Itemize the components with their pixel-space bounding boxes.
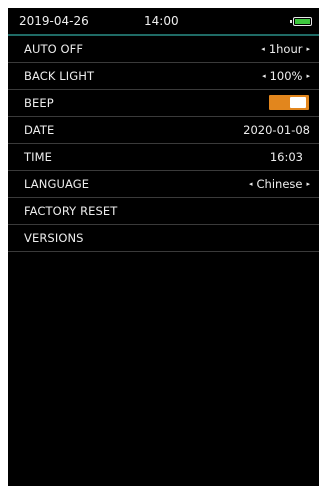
language-value: Chinese [256, 177, 303, 191]
time-value-text: 16:03 [269, 150, 303, 164]
chevron-right-icon[interactable]: ▸ [306, 45, 310, 53]
menu-item-versions[interactable]: VERSIONS [8, 225, 319, 252]
menu-item-back-light[interactable]: BACK LIGHT ◂ 100% ▸ [8, 63, 319, 90]
menu-item-label: FACTORY RESET [24, 204, 118, 218]
date-value-text: 2020-01-08 [243, 123, 310, 137]
menu-item-factory-reset[interactable]: FACTORY RESET [8, 198, 319, 225]
menu-item-label: BACK LIGHT [24, 69, 95, 83]
time-value: 16:03 [270, 150, 303, 164]
menu-item-language[interactable]: LANGUAGE ◂ Chinese ▸ [8, 171, 319, 198]
chevron-left-icon[interactable]: ◂ [262, 72, 266, 80]
status-date: 2019-04-26 [19, 14, 89, 28]
language-selector[interactable]: ◂ Chinese ▸ [249, 177, 310, 191]
menu-item-label: BEEP [24, 96, 54, 110]
status-time: 14:00 [144, 14, 179, 28]
back-light-selector[interactable]: ◂ 100% ▸ [262, 69, 310, 83]
menu-item-label: AUTO OFF [24, 42, 84, 56]
auto-off-value: 1hour [268, 42, 303, 56]
chevron-right-icon[interactable]: ▸ [306, 72, 310, 80]
chevron-left-icon[interactable]: ◂ [261, 45, 265, 53]
back-light-value: 100% [269, 69, 303, 83]
battery-icon [290, 17, 312, 26]
auto-off-selector[interactable]: ◂ 1hour ▸ [261, 42, 310, 56]
battery-level-fill [295, 19, 310, 24]
chevron-left-icon[interactable]: ◂ [249, 180, 253, 188]
menu-item-time[interactable]: TIME 16:03 [8, 144, 319, 171]
status-bar: 2019-04-26 14:00 [8, 8, 319, 36]
device-screen: 2019-04-26 14:00 AUTO OFF ◂ 1hour ▸ BACK… [8, 8, 319, 486]
menu-item-label: VERSIONS [24, 231, 84, 245]
beep-toggle[interactable] [269, 95, 309, 110]
menu-item-date[interactable]: DATE 2020-01-08 [8, 117, 319, 144]
menu-item-beep[interactable]: BEEP [8, 90, 319, 117]
date-value: 2020-01-08 [243, 123, 310, 137]
menu-item-label: DATE [24, 123, 55, 137]
toggle-knob [290, 97, 306, 108]
settings-menu: AUTO OFF ◂ 1hour ▸ BACK LIGHT ◂ 100% ▸ B… [8, 36, 319, 252]
menu-item-label: TIME [24, 150, 53, 164]
menu-item-label: LANGUAGE [24, 177, 90, 191]
chevron-right-icon[interactable]: ▸ [306, 180, 310, 188]
menu-item-auto-off[interactable]: AUTO OFF ◂ 1hour ▸ [8, 36, 319, 63]
